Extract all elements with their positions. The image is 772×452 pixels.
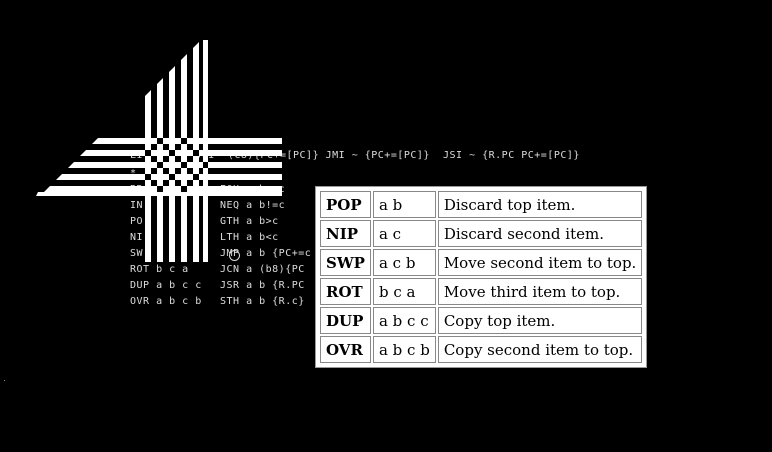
table-row: NIP a c Discard second item. bbox=[320, 220, 643, 247]
stack-effect-cell: a b c b bbox=[372, 336, 436, 363]
table-row: POP a b Discard top item. bbox=[320, 191, 643, 218]
stack-ops-table-popup: POP a b Discard top item. NIP a c Discar… bbox=[315, 186, 648, 368]
table-row: SWP a c b Move second item to top. bbox=[320, 249, 643, 276]
description-cell: Copy second item to top. bbox=[437, 336, 643, 363]
opcode-cell: DUP bbox=[320, 307, 371, 334]
stack-ops-table: POP a b Discard top item. NIP a c Discar… bbox=[318, 189, 645, 365]
table-row: DUP a b c c Copy top item. bbox=[320, 307, 643, 334]
opcode-cell: ROT bbox=[320, 278, 371, 305]
screen: LI JCI (C8){PC+=[PC]} JMI ~ {PC+=[PC]} J… bbox=[0, 0, 772, 452]
opcode-cell: NIP bbox=[320, 220, 371, 247]
stack-effect-cell: b c a bbox=[372, 278, 436, 305]
description-cell: Discard top item. bbox=[437, 191, 643, 218]
opcode-cell: POP bbox=[320, 191, 371, 218]
stack-effect-cell: a b c c bbox=[372, 307, 436, 334]
description-cell: Discard second item. bbox=[437, 220, 643, 247]
stack-effect-cell: a b bbox=[372, 191, 436, 218]
table-row: OVR a b c b Copy second item to top. bbox=[320, 336, 643, 363]
description-cell: Copy top item. bbox=[437, 307, 643, 334]
stack-effect-cell: a c bbox=[372, 220, 436, 247]
opcode-cell: OVR bbox=[320, 336, 371, 363]
opcode-cell: SWP bbox=[320, 249, 371, 276]
table-row: ROT b c a Move third item to top. bbox=[320, 278, 643, 305]
stray-pixel bbox=[4, 380, 5, 381]
description-cell: Move third item to top. bbox=[437, 278, 643, 305]
crosshair-cursor-icon bbox=[229, 250, 240, 261]
stack-effect-cell: a c b bbox=[372, 249, 436, 276]
description-cell: Move second item to top. bbox=[437, 249, 643, 276]
